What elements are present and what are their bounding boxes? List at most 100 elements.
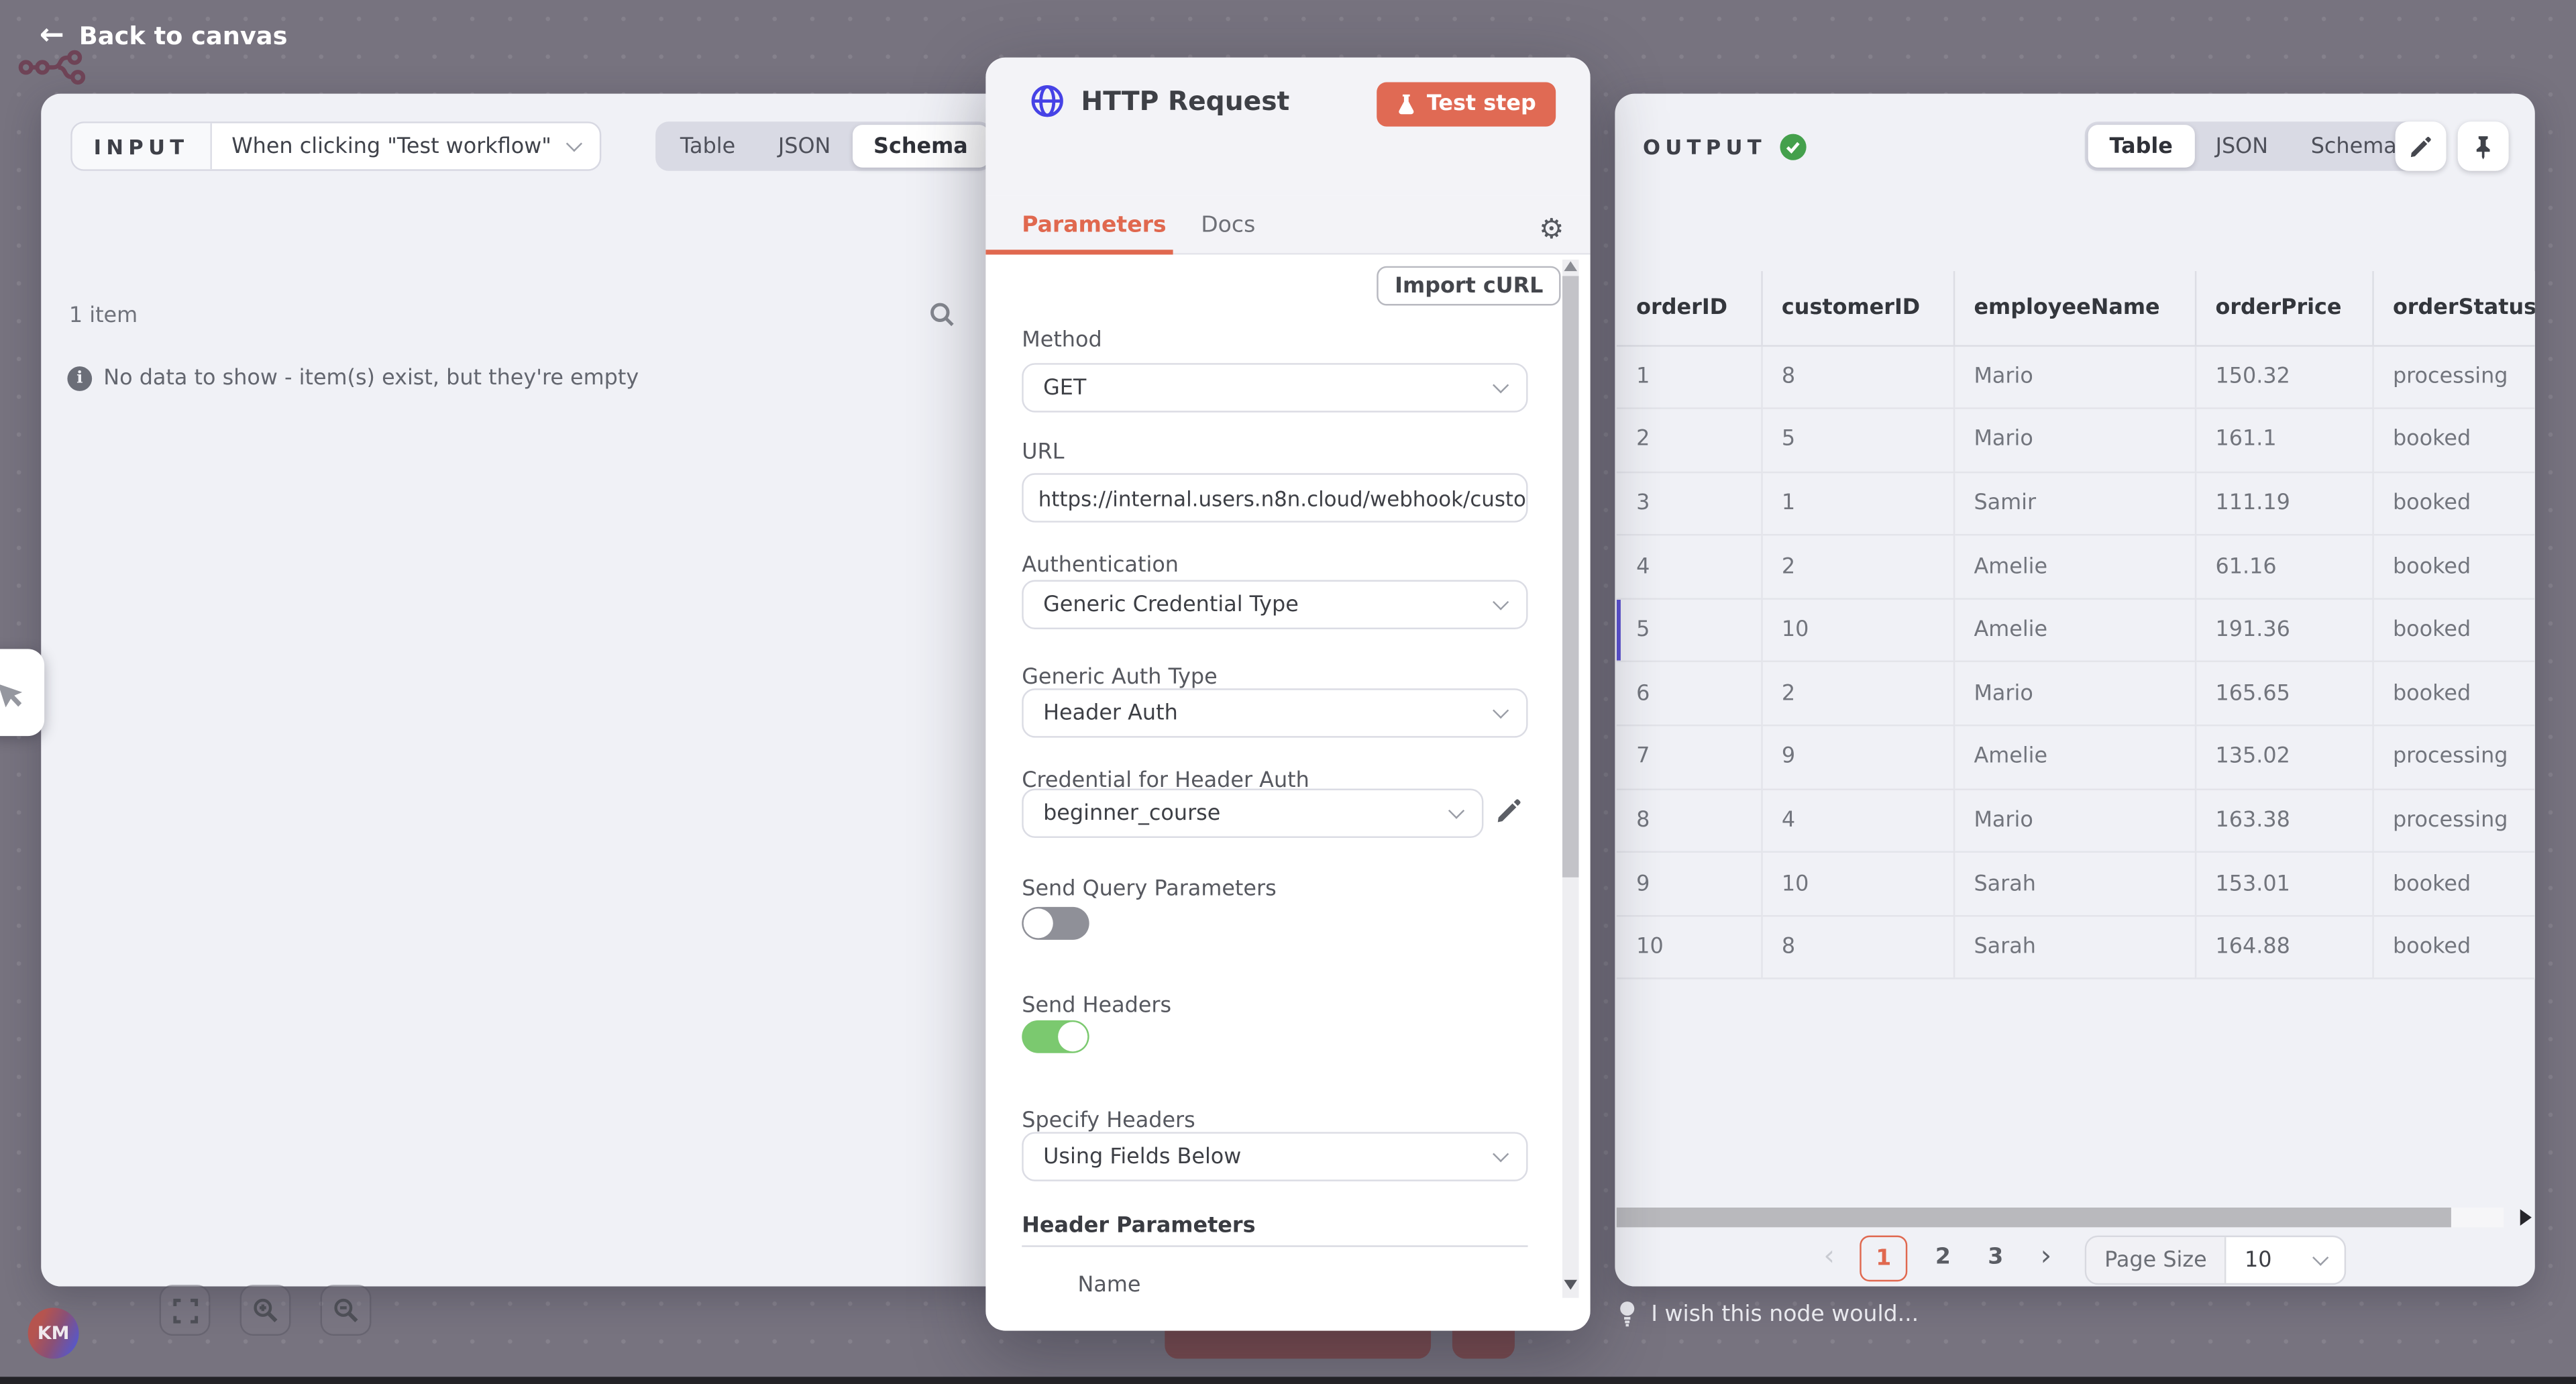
table-row[interactable]: 1 8 Mario 150.32 processing bbox=[1617, 345, 2535, 409]
table-row[interactable]: 7 9 Amelie 135.02 processing bbox=[1617, 725, 2535, 789]
output-table-header-cell[interactable]: orderStatus bbox=[2372, 271, 2534, 345]
chevron-down-icon bbox=[566, 135, 582, 151]
cell-orderID: 9 bbox=[1617, 852, 1762, 916]
previous-page-button[interactable]: ‹ bbox=[1823, 1240, 1835, 1273]
table-row[interactable]: 8 4 Mario 163.38 processing bbox=[1617, 789, 2535, 853]
next-page-button[interactable]: › bbox=[2041, 1240, 2052, 1273]
lightbulb-icon bbox=[1617, 1299, 1638, 1328]
flask-icon bbox=[1397, 93, 1417, 115]
output-table-header-cell[interactable]: orderPrice bbox=[2195, 271, 2372, 345]
input-tab-json[interactable]: JSON bbox=[757, 125, 852, 168]
cell-customerID: 10 bbox=[1761, 598, 1953, 662]
table-row[interactable]: 3 1 Samir 111.19 booked bbox=[1617, 472, 2535, 535]
input-search-button[interactable] bbox=[928, 301, 957, 335]
horizontal-scrollbar-track[interactable] bbox=[1617, 1208, 2504, 1227]
cell-orderStatus: booked bbox=[2372, 662, 2534, 726]
cell-employeeName: Amelie bbox=[1953, 598, 2195, 662]
page-size-select[interactable]: 10 bbox=[2226, 1237, 2344, 1283]
cell-customerID: 10 bbox=[1761, 852, 1953, 916]
cell-orderStatus: booked bbox=[2372, 852, 2534, 916]
specify-headers-select[interactable]: Using Fields Below bbox=[1022, 1132, 1527, 1181]
input-empty-message: No data to show - item(s) exist, but the… bbox=[103, 366, 639, 391]
cell-orderID: 3 bbox=[1617, 472, 1762, 535]
credential-value: beginner_course bbox=[1043, 801, 1220, 826]
avatar[interactable]: KM bbox=[28, 1308, 79, 1359]
specify-headers-value: Using Fields Below bbox=[1043, 1145, 1241, 1169]
back-to-canvas-button[interactable]: ← Back to canvas bbox=[40, 21, 288, 51]
toggle-knob bbox=[1024, 908, 1053, 938]
generic-auth-type-label: Generic Auth Type bbox=[1022, 666, 1217, 690]
output-table-header-cell[interactable]: orderID bbox=[1617, 271, 1762, 345]
edit-output-button[interactable] bbox=[2396, 121, 2447, 170]
authentication-label: Authentication bbox=[1022, 553, 1179, 578]
cell-customerID: 4 bbox=[1761, 789, 1953, 853]
page-button-2[interactable]: 2 bbox=[1935, 1244, 1951, 1270]
input-panel-label-box: INPUT bbox=[72, 123, 212, 170]
table-row[interactable]: 9 10 Sarah 153.01 booked bbox=[1617, 852, 2535, 916]
page-size-value: 10 bbox=[2245, 1248, 2272, 1273]
input-source-value: When clicking "Test workflow" bbox=[231, 134, 551, 159]
scroll-right-arrow-icon[interactable] bbox=[2520, 1209, 2532, 1225]
table-row[interactable]: 5 10 Amelie 191.36 booked bbox=[1617, 598, 2535, 662]
zoom-out-button[interactable] bbox=[321, 1285, 372, 1336]
authentication-select[interactable]: Generic Credential Type bbox=[1022, 580, 1527, 629]
zoom-out-icon bbox=[332, 1296, 360, 1324]
output-table-header-cell[interactable]: customerID bbox=[1761, 271, 1953, 345]
cell-orderStatus: booked bbox=[2372, 409, 2534, 472]
input-source-combo: INPUT When clicking "Test workflow" bbox=[70, 121, 600, 170]
page-button-1[interactable]: 1 bbox=[1860, 1236, 1907, 1282]
output-view-tabs: Table JSON Schema bbox=[2085, 121, 2422, 170]
header-parameters-title: Header Parameters bbox=[1022, 1214, 1255, 1239]
page-button-3[interactable]: 3 bbox=[1988, 1244, 2003, 1270]
output-table-header-row: orderIDcustomerIDemployeeNameorderPriceo… bbox=[1617, 271, 2535, 345]
cursor-arrow-icon bbox=[0, 676, 27, 709]
input-tab-schema[interactable]: Schema bbox=[852, 125, 989, 168]
gear-icon[interactable]: ⚙ bbox=[1539, 217, 1564, 245]
cell-employeeName: Sarah bbox=[1953, 916, 2195, 979]
output-header: OUTPUT bbox=[1643, 133, 1807, 161]
node-feedback-link[interactable]: I wish this node would... bbox=[1617, 1299, 1919, 1328]
generic-auth-type-select[interactable]: Header Auth bbox=[1022, 688, 1527, 737]
scroll-down-arrow-icon[interactable] bbox=[1564, 1280, 1577, 1290]
edit-credential-button[interactable] bbox=[1495, 797, 1523, 831]
url-value: https://internal.users.n8n.cloud/webhook… bbox=[1038, 486, 1528, 511]
cell-orderStatus: booked bbox=[2372, 472, 2534, 535]
output-tab-json[interactable]: JSON bbox=[2194, 125, 2290, 168]
table-row[interactable]: 2 5 Mario 161.1 booked bbox=[1617, 409, 2535, 472]
input-source-select[interactable]: When clicking "Test workflow" bbox=[212, 123, 599, 170]
credential-select[interactable]: beginner_course bbox=[1022, 789, 1483, 838]
test-step-button[interactable]: Test step bbox=[1377, 82, 1556, 126]
table-row[interactable]: 4 2 Amelie 61.16 booked bbox=[1617, 535, 2535, 599]
output-table-header-cell[interactable]: employeeName bbox=[1953, 271, 2195, 345]
output-tab-table[interactable]: Table bbox=[2088, 125, 2194, 168]
tab-parameters[interactable]: Parameters bbox=[1022, 212, 1166, 238]
output-panel-label: OUTPUT bbox=[1643, 135, 1766, 160]
table-row[interactable]: 6 2 Mario 165.65 booked bbox=[1617, 662, 2535, 726]
header-parameters-divider bbox=[1022, 1245, 1527, 1246]
cell-customerID: 8 bbox=[1761, 916, 1953, 979]
zoom-in-icon bbox=[252, 1296, 280, 1324]
zoom-to-fit-button[interactable] bbox=[160, 1285, 211, 1336]
authentication-value: Generic Credential Type bbox=[1043, 592, 1299, 617]
import-curl-button[interactable]: Import cURL bbox=[1377, 266, 1561, 306]
input-tab-table[interactable]: Table bbox=[659, 125, 757, 168]
edge-pointer-button[interactable] bbox=[0, 649, 44, 736]
send-query-parameters-toggle[interactable] bbox=[1022, 907, 1089, 940]
cell-orderPrice: 164.88 bbox=[2195, 916, 2372, 979]
chevron-down-icon bbox=[1493, 593, 1509, 609]
tab-docs[interactable]: Docs bbox=[1201, 212, 1255, 238]
scroll-up-arrow-icon[interactable] bbox=[1564, 261, 1577, 271]
test-step-label: Test step bbox=[1427, 92, 1536, 117]
pin-output-button[interactable] bbox=[2458, 121, 2509, 170]
table-row[interactable]: 10 8 Sarah 164.88 booked bbox=[1617, 916, 2535, 979]
cell-orderID: 6 bbox=[1617, 662, 1762, 726]
cell-orderStatus: booked bbox=[2372, 535, 2534, 599]
horizontal-scrollbar-thumb[interactable] bbox=[1617, 1208, 2451, 1227]
cell-orderPrice: 111.19 bbox=[2195, 472, 2372, 535]
send-headers-toggle[interactable] bbox=[1022, 1020, 1089, 1053]
cell-orderPrice: 163.38 bbox=[2195, 789, 2372, 853]
zoom-in-button[interactable] bbox=[240, 1285, 291, 1336]
method-select[interactable]: GET bbox=[1022, 363, 1527, 412]
url-input[interactable]: https://internal.users.n8n.cloud/webhook… bbox=[1022, 473, 1527, 522]
modal-scrollbar-thumb[interactable] bbox=[1562, 276, 1578, 877]
